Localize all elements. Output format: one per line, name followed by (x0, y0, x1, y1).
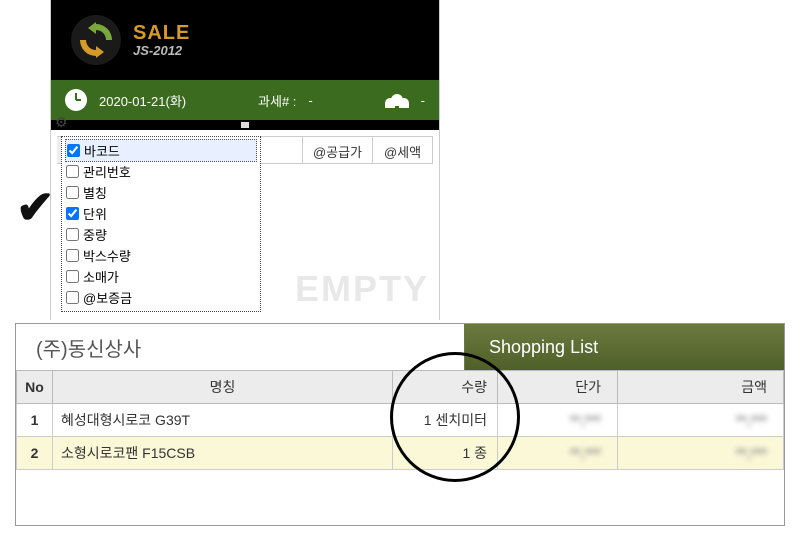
checkbox-retail[interactable] (66, 270, 79, 283)
checkbox-label: 소매가 (83, 267, 119, 286)
content-area: @공급가 @세액 바코드 관리번호 별칭 단위 중량 (51, 130, 439, 320)
shopping-list-table: No 명칭 수량 단가 금액 1 혜성대형시로코 G39T 1 센치미터 **,… (16, 370, 784, 470)
checkbox-barcode[interactable] (67, 144, 80, 157)
app-panel: SALE JS-2012 2020-01-21(화) 과세# : - - @공급… (50, 0, 440, 320)
col-supply[interactable]: @공급가 (303, 137, 373, 163)
column-option-barcode[interactable]: 바코드 (65, 139, 257, 162)
th-amt[interactable]: 금액 (618, 371, 784, 404)
checkbox-unit[interactable] (66, 207, 79, 220)
people-value: - (421, 93, 425, 108)
cell-qty: 1 센치미터 (393, 404, 498, 437)
clock-icon (65, 89, 87, 111)
column-option-weight[interactable]: 중량 (66, 224, 256, 245)
cell-no: 1 (17, 404, 53, 437)
th-qty[interactable]: 수량 (393, 371, 498, 404)
th-name[interactable]: 명칭 (53, 371, 393, 404)
col-tax[interactable]: @세액 (373, 137, 433, 163)
checkbox-weight[interactable] (66, 228, 79, 241)
column-option-deposit[interactable]: @보증금 (66, 287, 256, 308)
brand-name: SALE (133, 22, 190, 44)
status-date: 2020-01-21(화) (99, 91, 186, 110)
column-option-alias[interactable]: 별칭 (66, 182, 256, 203)
checkbox-deposit[interactable] (66, 291, 79, 304)
checkbox-boxqty[interactable] (66, 249, 79, 262)
checkbox-mgmtno[interactable] (66, 165, 79, 178)
checkbox-label: @보증금 (83, 288, 132, 307)
checkbox-label: 바코드 (84, 141, 120, 160)
brand: SALE JS-2012 (133, 22, 190, 58)
status-bar: 2020-01-21(화) 과세# : - - (51, 80, 439, 120)
table-row[interactable]: 2 소형시로코팬 F15CSB 1 종 **,*** **,*** (17, 437, 784, 470)
cell-name: 혜성대형시로코 G39T (53, 404, 393, 437)
app-header: SALE JS-2012 (51, 0, 439, 80)
table-empty-space (16, 470, 784, 525)
checkbox-label: 단위 (83, 204, 107, 223)
cell-amt: **,*** (618, 437, 784, 470)
th-no[interactable]: No (17, 371, 53, 404)
checkbox-label: 별칭 (83, 183, 107, 202)
th-unit[interactable]: 단가 (498, 371, 618, 404)
tax-value: - (308, 93, 312, 108)
column-option-mgmtno[interactable]: 관리번호 (66, 161, 256, 182)
column-option-retail[interactable]: 소매가 (66, 266, 256, 287)
brand-sub: JS-2012 (133, 44, 190, 58)
tax-label: 과세# : (258, 91, 296, 110)
shopping-list-header: (주)동신상사 Shopping List (16, 324, 784, 370)
shopping-list-tab[interactable]: Shopping List (464, 324, 784, 370)
settings-gear-icon[interactable] (51, 120, 439, 130)
checkmark-annotation-icon: ✔ (16, 180, 55, 234)
checkbox-label: 박스수량 (83, 246, 131, 265)
checkbox-label: 중량 (83, 225, 107, 244)
cell-amt: **,*** (618, 404, 784, 437)
table-header-row: No 명칭 수량 단가 금액 (17, 371, 784, 404)
checkbox-label: 관리번호 (83, 162, 131, 181)
shopping-list-panel: (주)동신상사 Shopping List No 명칭 수량 단가 금액 1 혜… (15, 323, 785, 526)
table-row[interactable]: 1 혜성대형시로코 G39T 1 센치미터 **,*** **,*** (17, 404, 784, 437)
cell-name: 소형시로코팬 F15CSB (53, 437, 393, 470)
column-option-unit[interactable]: 단위 (66, 203, 256, 224)
checkbox-alias[interactable] (66, 186, 79, 199)
company-title: (주)동신상사 (16, 324, 464, 370)
column-option-boxqty[interactable]: 박스수량 (66, 245, 256, 266)
cell-no: 2 (17, 437, 53, 470)
cell-unit: **,*** (498, 437, 618, 470)
column-picker-popup[interactable]: 바코드 관리번호 별칭 단위 중량 박스수량 (61, 136, 261, 312)
people-icon (385, 92, 409, 108)
cell-qty: 1 종 (393, 437, 498, 470)
cell-unit: **,*** (498, 404, 618, 437)
empty-watermark: EMPTY (295, 268, 429, 310)
app-logo-icon (71, 15, 121, 65)
